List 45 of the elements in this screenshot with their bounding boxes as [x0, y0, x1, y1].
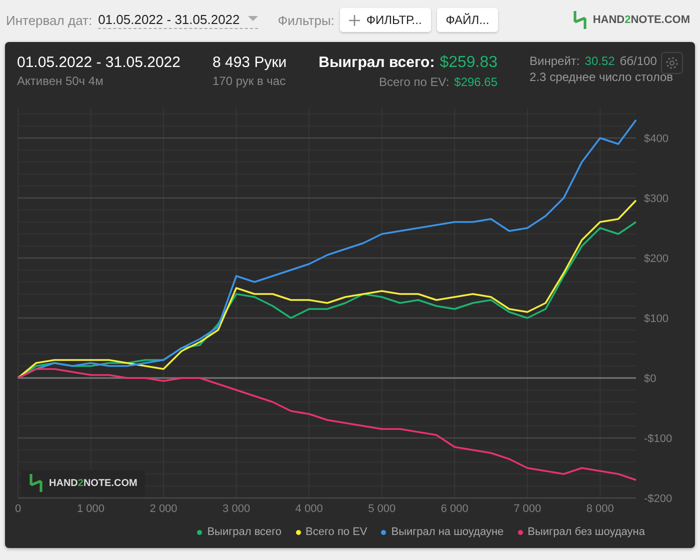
plus-icon — [349, 14, 360, 26]
file-button[interactable]: ФАЙЛ... — [436, 8, 498, 32]
hands-count: 8 493 Руки — [212, 54, 287, 71]
logo-icon — [572, 11, 587, 29]
ev-value: $296.65 — [454, 75, 498, 89]
period-title: 01.05.2022 - 31.05.2022 — [17, 54, 180, 71]
winrate-unit: бб/100 — [620, 54, 657, 68]
logo-text: HAND2NOTE.COM — [592, 14, 690, 26]
caret-icon — [248, 16, 258, 22]
legend-label: Всего по EV — [306, 526, 368, 538]
y-axis-label: $400 — [644, 133, 668, 145]
x-axis-label: 8 000 — [586, 503, 614, 515]
logo-icon — [29, 474, 43, 492]
x-axis-label: 7 000 — [514, 503, 542, 515]
x-axis-label: 5 000 — [368, 503, 396, 515]
won-label: Выиграл всего: — [318, 54, 435, 71]
average-tables: 2.3 среднее число столов — [530, 70, 674, 84]
hands-rate: 170 рук в час — [212, 74, 287, 88]
x-axis-label: 0 — [14, 503, 22, 515]
x-axis-label: 6 000 — [440, 503, 468, 515]
y-axis-label: -$100 — [644, 433, 672, 445]
add-filter-button[interactable]: ФИЛЬТР... — [340, 8, 431, 32]
y-axis-label: $200 — [644, 253, 668, 265]
date-range-dropdown[interactable]: 01.05.2022 - 31.05.2022 — [98, 12, 258, 28]
date-label: Интервал дат: — [6, 12, 92, 28]
active-time: Активен 50ч 4м — [17, 74, 104, 88]
filters-label: Фильтры: — [278, 12, 334, 28]
gear-icon — [665, 56, 679, 70]
legend-label: Выиграл всего — [207, 526, 282, 538]
x-axis-label: 1 000 — [77, 503, 105, 515]
x-axis-label: 3 000 — [222, 503, 250, 515]
winrate-label: Винрейт: — [530, 54, 580, 68]
legend-label: Выиграл без шоудауна — [528, 526, 645, 538]
watermark-text: HAND2NOTE.COM — [49, 478, 138, 488]
ev-label: Всего по EV: — [378, 75, 450, 89]
won-value: $259.83 — [440, 54, 498, 72]
x-axis-label: 4 000 — [295, 503, 323, 515]
x-axis-label: 2 000 — [150, 503, 178, 515]
y-axis-label: $300 — [644, 193, 668, 205]
settings-button[interactable] — [661, 52, 683, 74]
y-axis-label: -$200 — [644, 493, 672, 505]
winrate-value: 30.52 — [584, 54, 615, 68]
legend-label: Выиграл на шоудауне — [391, 526, 504, 538]
y-axis-label: $100 — [644, 313, 668, 325]
y-axis-label: $0 — [644, 373, 656, 385]
